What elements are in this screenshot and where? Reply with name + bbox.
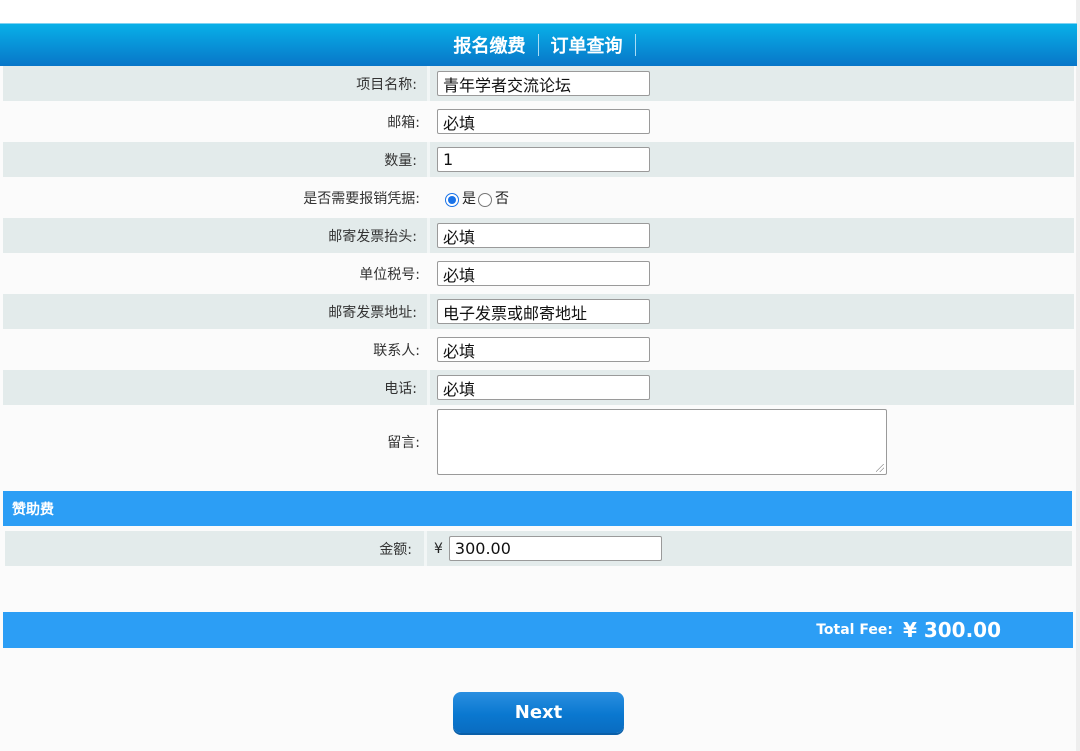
top-nav-bar: 报名缴费 订单查询 [0,23,1077,66]
amount-input[interactable]: 300.00 [448,536,662,561]
tax-id-label: 单位税号: [359,266,420,283]
quantity-input[interactable]: 1 [437,147,650,172]
need-receipt-label: 是否需要报销凭据: [303,190,420,207]
radio-yes-label[interactable]: 是 [462,188,476,208]
message-label: 留言: [387,435,420,451]
page-right-edge [1076,0,1080,751]
row-invoice-title: 邮寄发票抬头: 必填 [3,218,1074,253]
registration-form: 项目名称: 青年学者交流论坛 邮箱: 必填 数量: 1 是否需要报销凭据: 是 … [3,66,1074,476]
row-contact: 联系人: 必填 [3,332,1074,367]
total-fee-label: Total Fee: [816,622,893,638]
resize-grip-icon[interactable] [876,464,884,472]
row-project-name: 项目名称: 青年学者交流论坛 [3,66,1074,101]
currency-symbol: ¥ [434,540,443,557]
radio-no-label[interactable]: 否 [495,188,509,208]
row-invoice-address: 邮寄发票地址: 电子发票或邮寄地址 [3,294,1074,329]
need-receipt-radio-group: 是 否 [437,188,509,208]
message-textarea[interactable] [437,409,887,475]
nav-menu: 报名缴费 订单查询 [442,32,636,58]
row-amount: 金额: ¥ 300.00 [5,531,1072,566]
invoice-title-label: 邮寄发票抬头: [3,218,430,253]
phone-input[interactable]: 必填 [437,375,650,400]
row-need-receipt: 是否需要报销凭据: 是 否 [3,180,1074,215]
row-phone: 电话: 必填 [3,370,1074,405]
radio-yes[interactable] [445,192,459,207]
sponsorship-section-header: 赞助费 [3,491,1072,526]
total-fee-value: ¥ 300.00 [902,618,1001,642]
project-name-input[interactable]: 青年学者交流论坛 [437,71,650,96]
nav-separator [634,34,636,56]
amount-label: 金额: [5,531,427,566]
radio-no[interactable] [478,192,492,207]
invoice-address-input[interactable]: 电子发票或邮寄地址 [437,299,650,324]
contact-input[interactable]: 必填 [437,337,650,362]
quantity-label: 数量: [3,142,430,177]
invoice-title-input[interactable]: 必填 [437,223,650,248]
project-name-label: 项目名称: [3,66,430,101]
nav-item-register-pay[interactable]: 报名缴费 [442,32,538,58]
tax-id-input[interactable]: 必填 [437,261,650,286]
contact-label: 联系人: [373,342,420,359]
nav-item-order-query[interactable]: 订单查询 [539,32,635,58]
email-input[interactable]: 必填 [437,109,650,134]
next-button[interactable]: Next [453,692,624,733]
phone-label: 电话: [3,370,430,405]
row-tax-id: 单位税号: 必填 [3,256,1074,291]
total-fee-bar: Total Fee: ¥ 300.00 [3,612,1073,648]
email-label: 邮箱: [387,114,420,131]
row-quantity: 数量: 1 [3,142,1074,177]
row-message: 留言: [3,408,1074,476]
invoice-address-label: 邮寄发票地址: [3,294,430,329]
top-blank-area [0,0,1076,23]
row-email: 邮箱: 必填 [3,104,1074,139]
